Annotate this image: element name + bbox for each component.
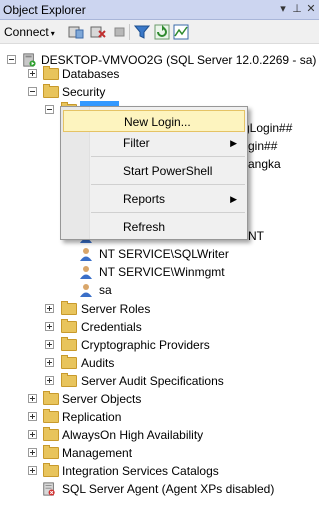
login-name: sa xyxy=(99,283,112,297)
menu-item-label: Start PowerShell xyxy=(123,164,213,178)
connect-label: Connect xyxy=(4,25,49,39)
menu-item-label: Reports xyxy=(123,192,166,206)
sql-server-agent-label: SQL Server Agent (Agent XPs disabled) xyxy=(62,482,275,496)
disconnect-icon[interactable] xyxy=(90,24,106,40)
tree-node-alwayson[interactable]: AlwaysOn High Availability xyxy=(0,426,319,444)
connect-object-explorer-icon[interactable] xyxy=(68,24,84,40)
menu-item-refresh[interactable]: Refresh xyxy=(63,216,245,238)
expand-toggle[interactable] xyxy=(45,358,54,367)
toolbar: Connect ▾ xyxy=(0,20,319,44)
tree-node-credentials[interactable]: Credentials xyxy=(0,318,319,336)
collapse-toggle[interactable] xyxy=(7,55,16,64)
tree-node-security[interactable]: Security xyxy=(0,83,319,101)
login-name: NT SERVICE\SQLWriter xyxy=(99,247,229,261)
alwayson-label: AlwaysOn High Availability xyxy=(62,428,204,442)
login-user-icon xyxy=(80,266,92,279)
login-user-icon xyxy=(80,248,92,261)
tree-node-audits[interactable]: Audits xyxy=(0,354,319,372)
management-label: Management xyxy=(62,446,133,460)
folder-icon xyxy=(43,84,59,98)
expand-toggle[interactable] xyxy=(45,376,54,385)
menu-separator xyxy=(91,156,245,157)
expand-toggle[interactable] xyxy=(28,448,37,457)
replication-label: Replication xyxy=(62,410,122,424)
databases-label: Databases xyxy=(62,67,120,81)
login-name: NT SERVICE\Winmgmt xyxy=(99,265,225,279)
window-position-icon[interactable]: ▾ xyxy=(276,2,290,16)
expand-toggle[interactable] xyxy=(45,340,54,349)
folder-icon xyxy=(61,355,77,369)
menu-item-reports[interactable]: Reports ▶ xyxy=(63,188,245,210)
tree-node-integration-services-catalogs[interactable]: Integration Services Catalogs xyxy=(0,462,319,480)
tree-node-server-roles[interactable]: Server Roles xyxy=(0,300,319,318)
collapse-toggle[interactable] xyxy=(45,105,54,114)
integration-services-catalogs-label: Integration Services Catalogs xyxy=(62,464,219,478)
menu-item-label: Filter xyxy=(123,136,150,150)
tree-node-cryptographic-providers[interactable]: Cryptographic Providers xyxy=(0,336,319,354)
security-label: Security xyxy=(62,85,106,99)
submenu-arrow-icon: ▶ xyxy=(230,138,237,148)
stop-icon[interactable] xyxy=(112,24,128,40)
pin-icon[interactable]: ⊥ xyxy=(290,2,304,16)
toolbar-separator xyxy=(129,24,130,40)
cryptographic-providers-label: Cryptographic Providers xyxy=(81,338,210,352)
activity-monitor-icon[interactable] xyxy=(173,24,189,40)
expand-toggle[interactable] xyxy=(28,69,37,78)
login-user-icon xyxy=(80,284,92,297)
login-name-partial: angka xyxy=(248,157,281,171)
menu-separator xyxy=(91,184,245,185)
folder-icon xyxy=(43,409,59,423)
tree-node-sql-server-agent[interactable]: SQL Server Agent (Agent XPs disabled) xyxy=(0,480,319,498)
collapse-toggle[interactable] xyxy=(28,87,37,96)
expand-toggle[interactable] xyxy=(28,412,37,421)
folder-icon xyxy=(61,319,77,333)
filter-icon[interactable] xyxy=(134,24,150,40)
menu-item-start-powershell[interactable]: Start PowerShell xyxy=(63,160,245,182)
connect-button[interactable]: Connect ▾ xyxy=(4,25,55,39)
login-name-partial: NT xyxy=(248,229,264,243)
folder-icon xyxy=(61,301,77,315)
close-icon[interactable]: ✕ xyxy=(304,2,318,16)
credentials-label: Credentials xyxy=(81,320,142,334)
submenu-arrow-icon: ▶ xyxy=(230,194,237,204)
login-item[interactable]: sa xyxy=(0,281,319,299)
folder-icon xyxy=(43,445,59,459)
audits-label: Audits xyxy=(81,356,115,370)
menu-separator xyxy=(91,212,245,213)
expand-toggle[interactable] xyxy=(28,466,37,475)
refresh-icon[interactable] xyxy=(154,24,170,40)
expand-toggle[interactable] xyxy=(28,430,37,439)
folder-icon xyxy=(43,427,59,441)
folder-icon xyxy=(43,391,59,405)
context-menu: New Login... Filter ▶ Start PowerShell R… xyxy=(60,106,248,240)
sql-agent-icon xyxy=(43,482,55,496)
login-name-partial: gLogin## xyxy=(243,121,293,135)
menu-item-label: Refresh xyxy=(123,220,166,234)
login-name-partial: gin## xyxy=(248,139,278,153)
object-explorer-titlebar: Object Explorer ▾ ⊥ ✕ xyxy=(0,0,319,20)
menu-item-label: New Login... xyxy=(124,115,191,129)
menu-item-new-login[interactable]: New Login... xyxy=(63,110,245,132)
expand-toggle[interactable] xyxy=(28,394,37,403)
expand-toggle[interactable] xyxy=(45,322,54,331)
folder-icon xyxy=(61,337,77,351)
server-objects-label: Server Objects xyxy=(62,392,142,406)
login-item[interactable]: NT SERVICE\SQLWriter xyxy=(0,245,319,263)
menu-item-filter[interactable]: Filter ▶ xyxy=(63,132,245,154)
connect-dropdown-icon[interactable]: ▾ xyxy=(51,29,55,38)
tree-node-management[interactable]: Management xyxy=(0,444,319,462)
tree-node-databases[interactable]: Databases xyxy=(0,65,319,83)
expand-toggle[interactable] xyxy=(45,304,54,313)
tree-node-server-objects[interactable]: Server Objects xyxy=(0,390,319,408)
server-audit-specifications-label: Server Audit Specifications xyxy=(81,374,224,388)
window-title: Object Explorer xyxy=(3,3,86,17)
server-roles-label: Server Roles xyxy=(81,302,151,316)
tree-node-server-audit-specifications[interactable]: Server Audit Specifications xyxy=(0,372,319,390)
folder-icon xyxy=(61,373,77,387)
folder-icon xyxy=(43,66,59,80)
folder-icon xyxy=(43,463,59,477)
tree-node-replication[interactable]: Replication xyxy=(0,408,319,426)
login-item[interactable]: NT SERVICE\Winmgmt xyxy=(0,263,319,281)
